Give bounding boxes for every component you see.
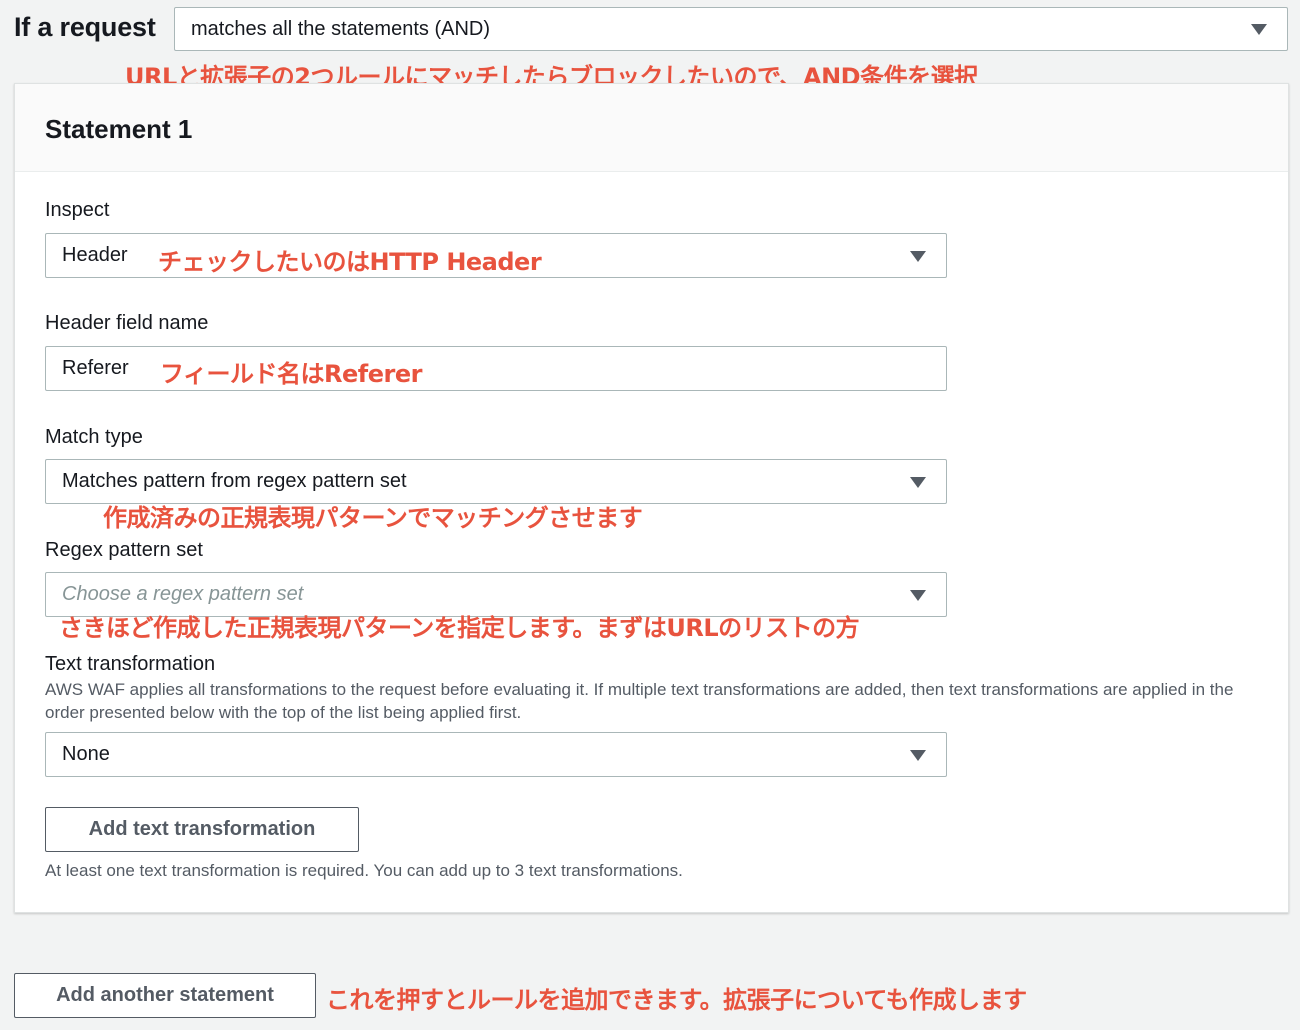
text-transformation-helper: At least one text transformation is requ… [45, 861, 683, 880]
statement-title: Statement 1 [45, 114, 193, 144]
rule-condition-label: If a request [14, 12, 156, 42]
regex-set-placeholder: Choose a regex pattern set [62, 583, 304, 605]
inspect-label: Inspect [45, 199, 110, 221]
annotation-regex-set: さきほど作成した正規表現パターンを指定します。まずはURLのリストの方 [59, 614, 860, 642]
annotation-header-field: フィールド名はReferer [160, 360, 422, 388]
text-transformation-value: None [62, 743, 110, 765]
annotation-match-type: 作成済みの正規表現パターンでマッチングさせます [103, 504, 643, 532]
statement-header: Statement 1 [15, 84, 1288, 172]
inspect-value: Header [62, 244, 128, 266]
text-transformation-select[interactable]: None [45, 732, 947, 777]
caret-down-icon [910, 589, 926, 601]
regex-set-label: Regex pattern set [45, 539, 203, 561]
rule-condition-value: matches all the statements (AND) [191, 17, 490, 40]
caret-down-icon [1251, 24, 1267, 35]
annotation-inspect: チェックしたいのはHTTP Header [158, 248, 542, 276]
add-another-statement-button[interactable]: Add another statement [14, 973, 316, 1018]
header-field-label: Header field name [45, 312, 209, 334]
add-text-transformation-button[interactable]: Add text transformation [45, 807, 359, 852]
match-type-label: Match type [45, 426, 143, 448]
rule-condition-select[interactable]: matches all the statements (AND) [174, 7, 1288, 51]
text-transformation-description: AWS WAF applies all transformations to t… [45, 680, 1234, 722]
caret-down-icon [910, 749, 926, 761]
text-transformation-label: Text transformation [45, 653, 216, 675]
statement-card: Statement 1 Inspect Header チェックしたいのはHTTP… [14, 83, 1289, 913]
caret-down-icon [910, 476, 926, 488]
caret-down-icon [910, 250, 926, 262]
header-field-value: Referer [62, 357, 129, 379]
annotation-add-statement: これを押すとルールを追加できます。拡張子についても作成します [326, 986, 1027, 1014]
match-type-value: Matches pattern from regex pattern set [62, 470, 407, 492]
